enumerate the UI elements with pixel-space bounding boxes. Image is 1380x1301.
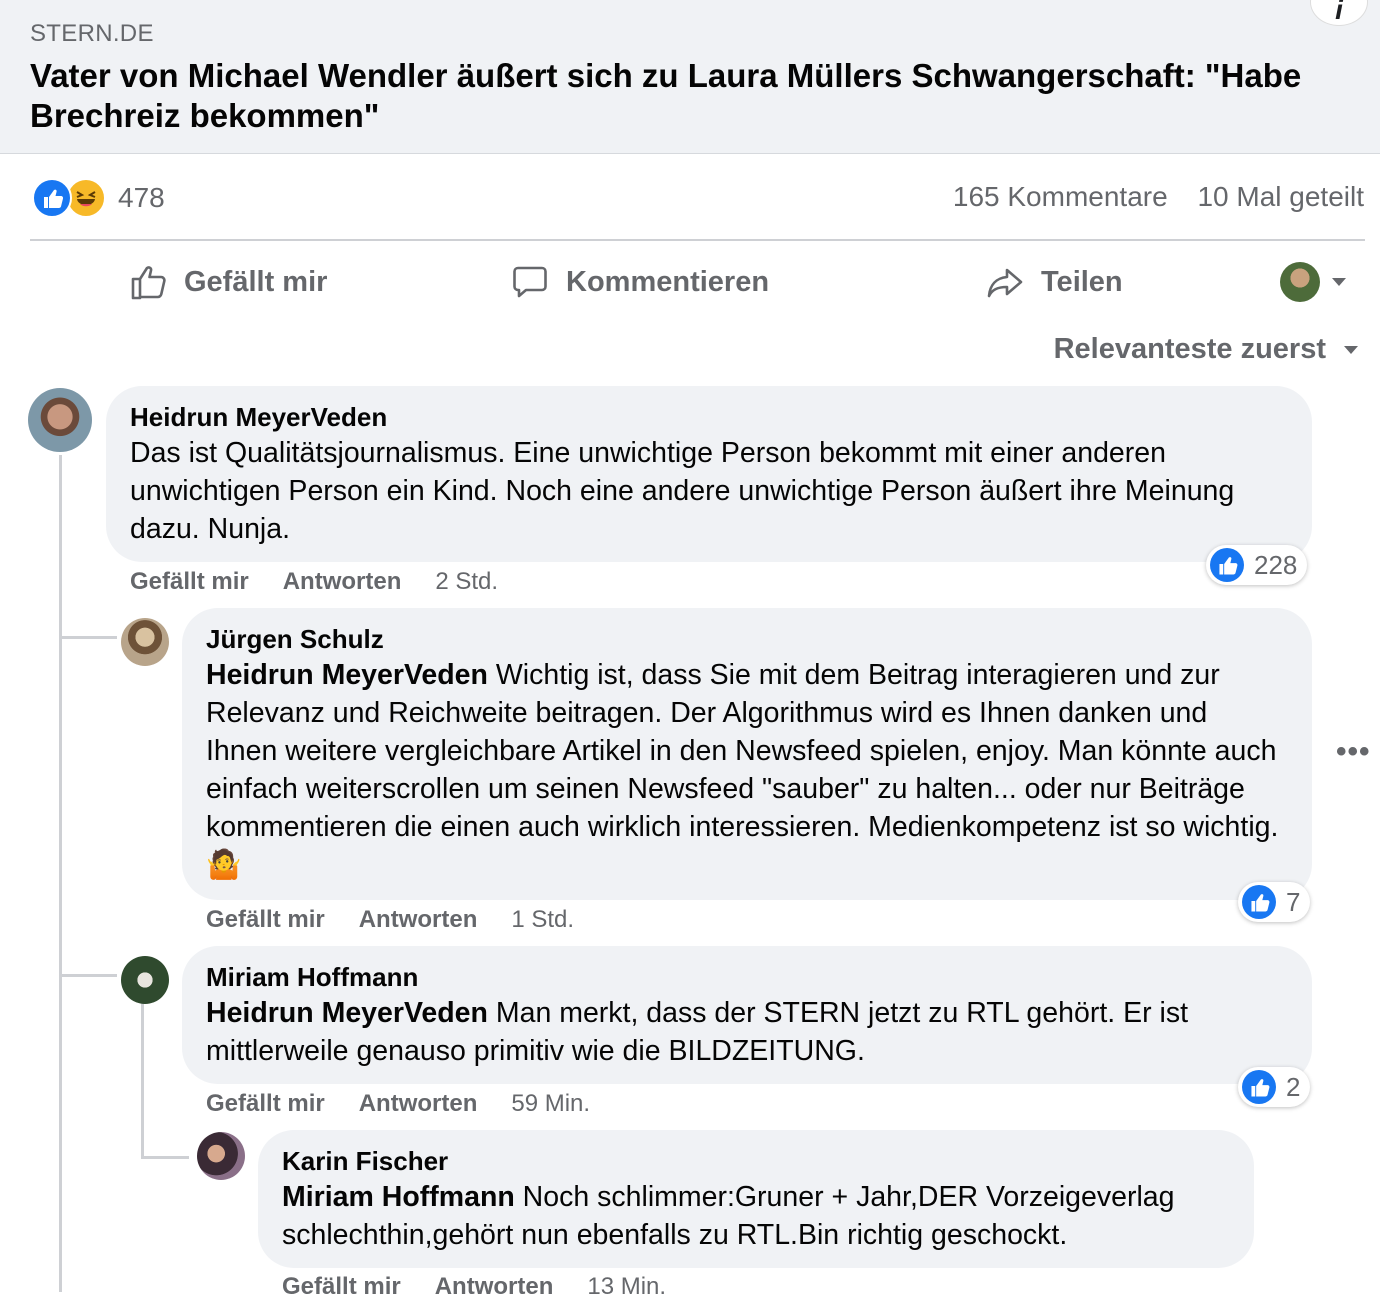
comment-author[interactable]: Miriam Hoffmann: [206, 962, 418, 993]
more-options-icon[interactable]: •••: [1336, 735, 1371, 769]
comment-actions: Gefällt mir Antworten 2 Std.: [130, 568, 532, 596]
sort-label: Relevanteste zuerst: [1053, 333, 1326, 365]
avatar: [1280, 262, 1320, 302]
post-as-selector[interactable]: [1280, 262, 1346, 302]
thumbs-up-icon: [131, 266, 166, 300]
mention-link[interactable]: Miriam Hoffmann: [282, 1181, 515, 1213]
comment-author[interactable]: Jürgen Schulz: [206, 624, 384, 655]
comment-actions: Gefällt mir Antworten 1 Std.: [206, 906, 608, 934]
comment-reply-button[interactable]: Antworten: [435, 1273, 554, 1301]
avatar[interactable]: [121, 956, 169, 1004]
comment-like-button[interactable]: Gefällt mir: [206, 906, 325, 934]
chevron-down-icon: [1344, 345, 1358, 354]
link-domain: STERN.DE: [30, 20, 154, 47]
comment-like-button[interactable]: Gefällt mir: [130, 568, 249, 596]
comment-bubble: Jürgen Schulz Heidrun MeyerVeden Wichtig…: [182, 608, 1312, 900]
comment-bubble: Heidrun MeyerVeden Das ist Qualitätsjour…: [106, 386, 1312, 562]
thread-line: [141, 1156, 189, 1159]
like-button[interactable]: Gefällt mir: [128, 258, 327, 306]
reaction-count: 7: [1286, 886, 1301, 917]
reaction-count: 2: [1286, 1071, 1301, 1102]
thread-line: [59, 974, 117, 977]
share-count[interactable]: 10 Mal geteilt: [1197, 181, 1364, 212]
comment-reaction-badge[interactable]: 2: [1238, 1067, 1311, 1107]
comment-text: Das ist Qualitätsjournalismus. Eine unwi…: [130, 437, 1235, 545]
mention-link[interactable]: Heidrun MeyerVeden: [206, 659, 488, 691]
thread-line: [59, 636, 117, 639]
comment-count[interactable]: 165 Kommentare: [953, 181, 1168, 212]
divider: [30, 239, 1365, 241]
comment-text: Heidrun MeyerVeden Wichtig ist, dass Sie…: [206, 656, 1286, 884]
comment-reply-button[interactable]: Antworten: [283, 568, 402, 596]
like-reaction-icon: [1210, 548, 1244, 582]
haha-reaction-icon: [66, 178, 106, 218]
comment-timestamp[interactable]: 59 Min.: [511, 1090, 590, 1118]
chevron-down-icon: [1332, 278, 1346, 286]
post-stats: 165 Kommentare 10 Mal geteilt: [931, 181, 1364, 213]
like-reaction-icon: [32, 178, 72, 218]
comment-icon: [513, 266, 547, 298]
comment-body: Wichtig ist, dass Sie mit dem Beitrag in…: [206, 659, 1279, 881]
comment-timestamp[interactable]: 13 Min.: [587, 1273, 666, 1301]
comment-actions: Gefällt mir Antworten 13 Min.: [282, 1273, 700, 1301]
comment-sort-dropdown[interactable]: Relevanteste zuerst: [1054, 333, 1358, 366]
like-label: Gefällt mir: [184, 265, 328, 298]
avatar[interactable]: [197, 1132, 245, 1180]
share-button[interactable]: Teilen: [985, 258, 1123, 306]
like-reaction-icon: [1242, 1070, 1276, 1104]
comment-bubble: Miriam Hoffmann Heidrun MeyerVeden Man m…: [182, 946, 1312, 1084]
comment-bubble: Karin Fischer Miriam Hoffmann Noch schli…: [258, 1130, 1254, 1268]
link-title[interactable]: Vater von Michael Wendler äußert sich zu…: [30, 56, 1350, 136]
thread-line: [59, 455, 62, 1292]
share-label: Teilen: [1041, 265, 1123, 298]
comment-reply-button[interactable]: Antworten: [359, 1090, 478, 1118]
comment-author[interactable]: Karin Fischer: [282, 1146, 448, 1177]
comment-like-button[interactable]: Gefällt mir: [206, 1090, 325, 1118]
avatar[interactable]: [28, 388, 92, 452]
comment-reaction-badge[interactable]: 7: [1238, 882, 1311, 922]
comment-author[interactable]: Heidrun MeyerVeden: [130, 402, 387, 433]
comment-actions: Gefällt mir Antworten 59 Min.: [206, 1090, 624, 1118]
thread-line: [141, 1000, 144, 1158]
comment-label: Kommentieren: [566, 265, 770, 298]
comment-reaction-badge[interactable]: 228: [1206, 545, 1308, 585]
comment-timestamp[interactable]: 1 Std.: [511, 906, 574, 934]
mention-link[interactable]: Heidrun MeyerVeden: [206, 997, 488, 1029]
avatar[interactable]: [121, 618, 169, 666]
comment-reply-button[interactable]: Antworten: [359, 906, 478, 934]
reaction-count: 478: [118, 182, 165, 213]
comment-timestamp[interactable]: 2 Std.: [435, 568, 498, 596]
link-preview-card[interactable]: STERN.DE Vater von Michael Wendler äußer…: [0, 0, 1380, 154]
share-icon: [987, 268, 1023, 298]
comment-text: Miriam Hoffmann Noch schlimmer:Gruner + …: [282, 1178, 1242, 1254]
comment-button[interactable]: Kommentieren: [510, 258, 769, 306]
like-reaction-icon: [1242, 885, 1276, 919]
comment-like-button[interactable]: Gefällt mir: [282, 1273, 401, 1301]
comment-text: Heidrun MeyerVeden Man merkt, dass der S…: [206, 994, 1286, 1070]
reaction-count: 228: [1254, 549, 1298, 580]
